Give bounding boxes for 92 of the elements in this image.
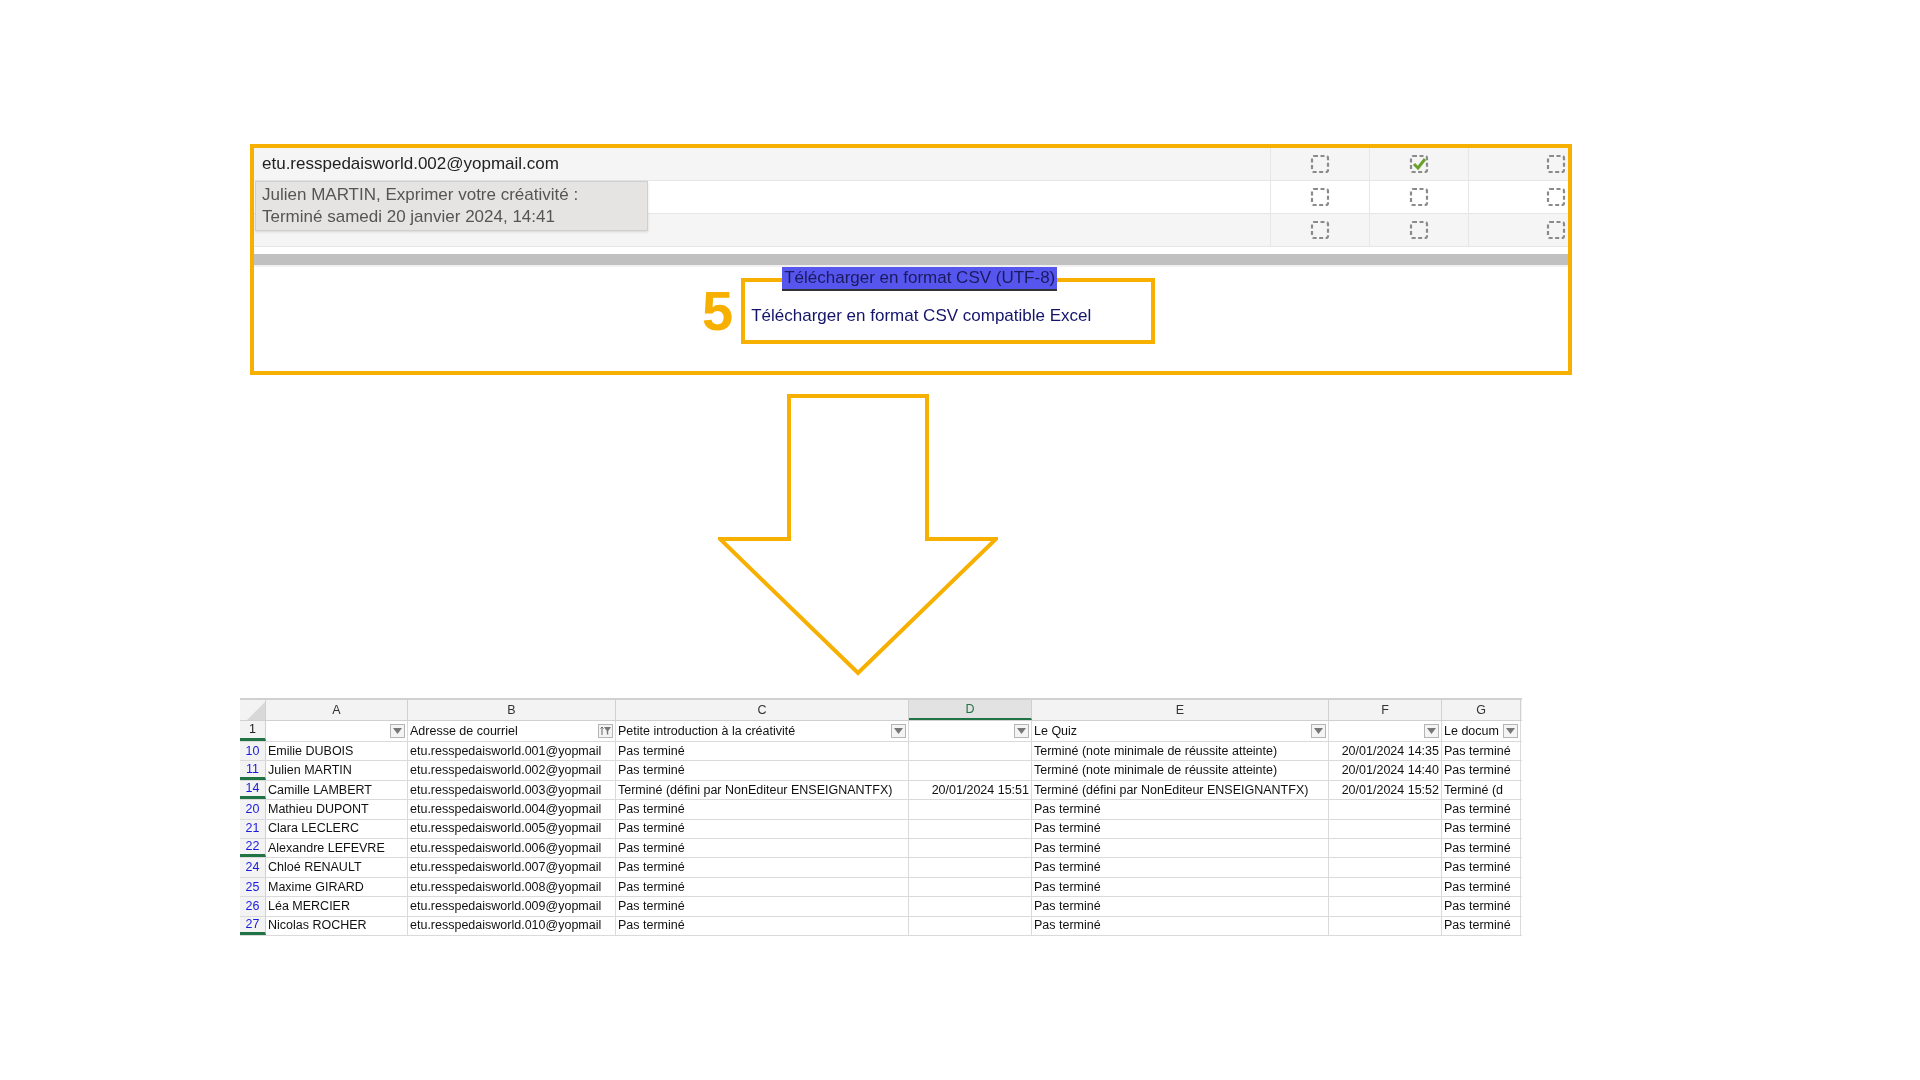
email-text: etu.resspedaisworld.002@yopmail.com (262, 153, 559, 176)
column-header[interactable]: B (408, 700, 616, 720)
table-cell-text: Pas terminé (1034, 801, 1101, 818)
table-cell-text: etu.resspedaisworld.006@yopmail (410, 839, 602, 857)
table-cell-text: etu.resspedaisworld.001@yopmail (410, 742, 602, 760)
table-cell-text: etu.resspedaisworld.008@yopmail (410, 878, 602, 896)
column-header[interactable]: G (1442, 700, 1521, 720)
table-cell-text: etu.resspedaisworld.010@yopmail (410, 917, 602, 935)
horizontal-scrollbar[interactable] (254, 254, 1568, 267)
checkbox[interactable] (1409, 220, 1430, 240)
table-cell-text: Pas terminé (1034, 878, 1101, 896)
table-cell-text: Pas terminé (1034, 839, 1101, 857)
table-cell-text: Pas terminé (618, 762, 685, 780)
table-cell-text: Mathieu DUPONT (268, 801, 369, 818)
table-cell-text: Pas terminé (618, 878, 685, 896)
checkbox[interactable] (1546, 187, 1566, 207)
filter-dropdown-button[interactable] (1424, 724, 1439, 738)
checkbox[interactable] (1310, 154, 1331, 174)
table-cell-text: Terminé (défini par NonEditeur ENSEIGNANTFX) (618, 781, 893, 799)
table-cell-text: Pas terminé (1034, 859, 1101, 877)
table-cell-text: 20/01/2024 14:35 (1341, 742, 1439, 760)
table-cell-text: Pas terminé (618, 839, 685, 857)
table-cell-text: etu.resspedaisworld.003@yopmail (410, 781, 602, 799)
table-cell-text: Clara LECLERC (268, 820, 359, 838)
filter-dropdown-button[interactable] (390, 724, 405, 738)
table-cell-text: Pas terminé (618, 917, 685, 935)
checkbox[interactable] (1310, 187, 1331, 207)
tooltip-text: Julien MARTIN, Exprimer votre créativité : (262, 184, 580, 206)
table-cell-text: Pas terminé (1444, 742, 1511, 760)
row-number[interactable]: 26 (240, 897, 266, 916)
filter-dropdown-button[interactable] (891, 724, 906, 738)
checkbox[interactable] (1409, 187, 1430, 207)
column-header[interactable]: F (1329, 700, 1442, 720)
column-header[interactable]: A (266, 700, 408, 720)
table-cell-text: Terminé (d (1444, 781, 1504, 799)
table-cell-text: Pas terminé (618, 820, 685, 838)
table-cell: Le docum (1444, 723, 1499, 738)
row-number[interactable]: 1 (240, 721, 266, 741)
table-cell-text: etu.resspedaisworld.005@yopmail (410, 820, 602, 838)
table-cell-text: Pas terminé (1444, 839, 1511, 857)
down-arrow-icon (718, 394, 998, 676)
table-cell-text: Terminé (note minimale de réussite atteinte) (1034, 742, 1278, 760)
table-cell-text: Pas terminé (618, 859, 685, 877)
table-cell-text: Pas terminé (618, 897, 685, 915)
table-cell-text: Pas terminé (1034, 820, 1101, 838)
table-cell-text: Pas terminé (1444, 801, 1511, 818)
checkbox[interactable] (1409, 154, 1430, 174)
checkbox[interactable] (1310, 220, 1331, 240)
table-cell-text: Terminé (note minimale de réussite atteinte) (1034, 762, 1278, 780)
table-cell-text: Pas terminé (618, 801, 685, 818)
table-cell-text: Emilie DUBOIS (268, 742, 354, 760)
row-number[interactable]: 11 (240, 761, 266, 780)
table-cell-text: Pas terminé (1444, 762, 1511, 780)
download-link[interactable]: Télécharger en format CSV compatible Excel (751, 302, 1092, 328)
tooltip-text: Terminé samedi 20 janvier 2024, 14:41 (262, 206, 556, 228)
table-cell-text: Pas terminé (1444, 897, 1511, 915)
table-cell-text: Terminé (défini par NonEditeur ENSEIGNANTFX) (1034, 781, 1309, 799)
step-number: 5 (702, 283, 734, 339)
table-cell-text: Alexandre LEFEVRE (268, 839, 385, 857)
table-cell-text: etu.resspedaisworld.004@yopmail (410, 801, 602, 818)
table-cell-text: Maxime GIRARD (268, 878, 364, 896)
table-cell-text: Nicolas ROCHER (268, 917, 367, 935)
table-cell-text: etu.resspedaisworld.007@yopmail (410, 859, 602, 877)
table-cell-text: Camille LAMBERT (268, 781, 372, 799)
table-cell-text: Léa MERCIER (268, 897, 350, 915)
table-cell-text: Pas terminé (1444, 917, 1511, 935)
table-cell-text: Pas terminé (1444, 878, 1511, 896)
table-cell: Petite introduction à la créativité (618, 723, 796, 738)
table-cell-text: Chloé RENAULT (268, 859, 362, 877)
row-number[interactable]: 20 (240, 800, 266, 819)
table-cell-text: etu.resspedaisworld.002@yopmail (410, 762, 602, 780)
table-cell-text: Julien MARTIN (268, 762, 352, 780)
table-cell: Adresse de courriel (410, 723, 518, 738)
checkbox[interactable] (1546, 220, 1566, 240)
table-cell-text: 20/01/2024 15:51 (931, 781, 1029, 799)
table-cell-text: etu.resspedaisworld.009@yopmail (410, 897, 602, 915)
column-header[interactable]: D (909, 700, 1032, 720)
table-cell-text: 20/01/2024 15:52 (1341, 781, 1439, 799)
filter-dropdown-button[interactable] (1503, 724, 1518, 738)
table-cell-text: Pas terminé (1444, 820, 1511, 838)
table-cell-text: 20/01/2024 14:40 (1341, 762, 1439, 780)
filter-dropdown-button[interactable] (1014, 724, 1029, 738)
filter-dropdown-button[interactable] (1311, 724, 1326, 738)
table-cell-text: Pas terminé (618, 742, 685, 760)
column-header[interactable]: E (1032, 700, 1329, 720)
table-cell: Le Quiz (1034, 723, 1078, 738)
checkbox[interactable] (1546, 154, 1566, 174)
table-cell-text: Pas terminé (1444, 859, 1511, 877)
table-cell-text: Pas terminé (1034, 897, 1101, 915)
row-number[interactable]: 24 (240, 858, 266, 877)
table-cell-text: Pas terminé (1034, 917, 1101, 935)
row-number[interactable]: 10 (240, 742, 266, 761)
